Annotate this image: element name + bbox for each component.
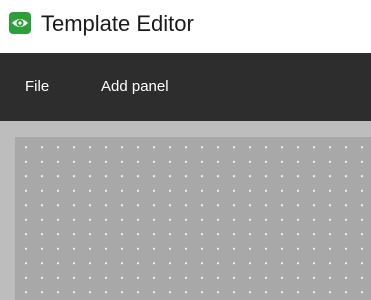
- menu-add-panel[interactable]: Add panel: [101, 77, 169, 97]
- eye-icon: [9, 12, 31, 34]
- workspace: [0, 121, 371, 300]
- title-bar: Template Editor: [0, 0, 371, 53]
- window-title: Template Editor: [41, 11, 194, 36]
- menu-bar: File Add panel: [0, 53, 371, 121]
- menu-file[interactable]: File: [25, 77, 49, 97]
- design-canvas[interactable]: [15, 137, 371, 300]
- template-editor-window: Template Editor File Add panel: [0, 0, 371, 300]
